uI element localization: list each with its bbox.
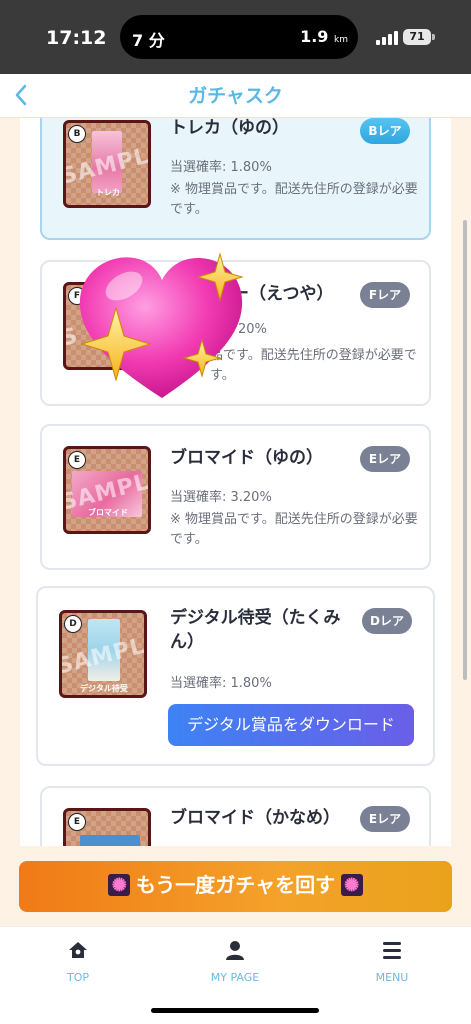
download-digital-prize-button[interactable]: デジタル賞品をダウンロード: [168, 704, 414, 746]
prize-thumbnail: SAMPLE B トレカ: [63, 120, 151, 208]
nav-menu[interactable]: MENU: [342, 939, 442, 984]
prize-list-panel: SAMPLE B トレカ トレカ（ゆの） Bレア 当選確率: 1.80% ※ 物…: [20, 118, 451, 846]
shipping-note: ※ 物理賞品です。配送先住所の登録が必要です。: [170, 182, 418, 217]
rarity-badge: Bレア: [360, 118, 410, 144]
prize-name: トレカ（ゆの）: [170, 118, 289, 138]
prize-thumbnail: E: [63, 808, 151, 846]
prize-card[interactable]: S F ー（えつや） Fレア 20% 品です。配送先住所の登録が必要です。: [40, 260, 431, 406]
prize-thumbnail: SAMPLE E ブロマイド: [63, 446, 151, 534]
prize-photo: [80, 835, 140, 846]
win-probability: 20%: [238, 322, 267, 337]
thumb-label: ブロマイド: [88, 508, 128, 517]
rank-badge: E: [68, 451, 86, 469]
menu-icon: [383, 942, 401, 959]
sample-watermark: S: [63, 323, 81, 352]
spin-again-label: もう一度ガチャを回す: [135, 875, 336, 897]
rank-badge: E: [68, 813, 86, 831]
page-title: ガチャスク: [188, 85, 283, 107]
nav-my-page-label: MY PAGE: [210, 971, 260, 984]
home-indicator[interactable]: [151, 1008, 319, 1013]
dynamic-island[interactable]: 7 分 1.9 km: [120, 15, 358, 59]
battery-icon: 71: [403, 29, 431, 45]
rarity-badge: Eレア: [360, 806, 410, 832]
spin-again-button[interactable]: もう一度ガチャを回す: [19, 860, 452, 912]
firework-icon: [340, 860, 363, 911]
rank-badge: F: [68, 287, 86, 305]
rank-badge: D: [64, 615, 82, 633]
thumb-label: トレカ: [96, 188, 120, 197]
activity-duration: 7 分: [132, 31, 165, 50]
status-bar: 17:12 7 分 1.9 km 71: [0, 0, 471, 74]
nav-top-label: TOP: [66, 971, 89, 984]
firework-icon: [108, 860, 131, 911]
prize-name: デジタル待受（たくみん）: [170, 608, 341, 652]
prize-card[interactable]: E ブロマイド（かなめ） Eレア: [40, 786, 431, 846]
shipping-note: 品です。配送先住所の登録が必要です。: [210, 348, 417, 383]
signal-icon: [376, 31, 398, 45]
prize-list-area[interactable]: SAMPLE B トレカ トレカ（ゆの） Bレア 当選確率: 1.80% ※ 物…: [0, 118, 471, 846]
prize-name: ブロマイド（かなめ）: [170, 808, 340, 828]
rank-badge: B: [68, 125, 86, 143]
home-icon: [69, 942, 87, 958]
user-icon: [226, 941, 244, 960]
app-header: ガチャスク: [0, 74, 471, 118]
nav-top[interactable]: TOP: [28, 939, 128, 984]
rarity-badge: Eレア: [360, 446, 410, 472]
win-probability: 当選確率: 1.80%: [170, 160, 272, 175]
prize-card[interactable]: SAMPLE B トレカ トレカ（ゆの） Bレア 当選確率: 1.80% ※ 物…: [40, 118, 431, 240]
prize-name: ブロマイド（ゆの）: [170, 448, 323, 468]
nav-menu-label: MENU: [375, 971, 409, 984]
win-probability: 当選確率: 3.20%: [170, 490, 272, 505]
prize-card[interactable]: SAMPLE E ブロマイド ブロマイド（ゆの） Eレア 当選確率: 3.20%…: [40, 424, 431, 570]
status-time: 17:12: [46, 27, 107, 49]
rarity-badge: Fレア: [360, 282, 410, 308]
prize-card[interactable]: SAMPLE D デジタル待受 デジタル待受（たくみん） Dレア 当選確率: 1…: [36, 586, 435, 766]
shipping-note: ※ 物理賞品です。配送先住所の登録が必要です。: [170, 512, 418, 547]
thumb-label: デジタル待受: [80, 684, 128, 693]
activity-distance: 1.9 km: [300, 27, 348, 46]
win-probability: 当選確率: 1.80%: [170, 676, 272, 691]
prize-thumbnail: S F: [63, 282, 151, 370]
gacha-action-bar: もう一度ガチャを回す: [0, 846, 471, 926]
rarity-badge: Dレア: [362, 608, 412, 634]
scrollbar[interactable]: [463, 220, 467, 680]
battery-cap: [432, 34, 435, 40]
nav-my-page[interactable]: MY PAGE: [185, 939, 285, 984]
prize-thumbnail: SAMPLE D デジタル待受: [59, 610, 147, 698]
